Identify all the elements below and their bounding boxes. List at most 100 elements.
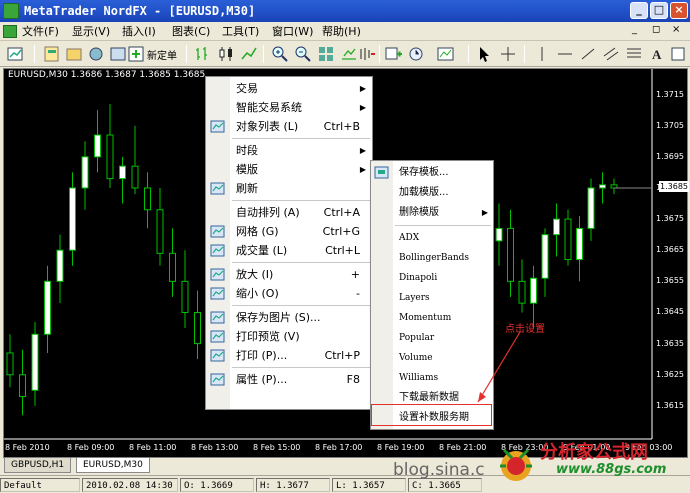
template-submenu-item[interactable]: 删除模版 ▶ — [371, 203, 493, 223]
menu-insert[interactable]: 插入(I) — [122, 22, 156, 41]
vline-icon[interactable] — [532, 44, 552, 64]
toolbar: 新定单 A — [0, 41, 690, 67]
menu-separator — [395, 225, 491, 226]
navigator-icon[interactable] — [86, 44, 106, 64]
left-candle — [106, 134, 114, 180]
profiles-icon[interactable] — [42, 44, 62, 64]
app-icon[interactable] — [3, 3, 19, 19]
menu-window[interactable]: 窗口(W) — [272, 22, 313, 41]
left-candle — [69, 187, 76, 251]
hline-icon[interactable] — [555, 44, 575, 64]
context-menu-item[interactable]: 保存为图片 (S)... — [206, 308, 372, 327]
y-tick-label: 1.3705 — [656, 120, 684, 130]
channel-icon[interactable] — [601, 44, 621, 64]
template-submenu-item[interactable]: 加载模版... — [371, 183, 493, 203]
text-icon[interactable]: A — [647, 44, 667, 64]
autoscroll-icon[interactable] — [339, 44, 359, 64]
left-candle — [169, 252, 176, 282]
chart-window-icon[interactable] — [3, 25, 17, 38]
line-chart-icon[interactable] — [239, 44, 259, 64]
context-menu-item[interactable]: 放大 (I) + — [206, 265, 372, 284]
tile-icon[interactable] — [316, 44, 336, 64]
text-label-icon[interactable] — [668, 44, 688, 64]
context-menu-item[interactable]: 属性 (P)... F8 — [206, 370, 372, 389]
tab-eurusd-m30[interactable]: EURUSD,M30 — [76, 458, 150, 473]
context-menu-item[interactable]: 智能交易系统 ▶ — [206, 98, 372, 117]
new-order-icon[interactable] — [126, 44, 146, 64]
bar-chart-icon[interactable] — [193, 44, 213, 64]
template-submenu-item[interactable]: Layers — [371, 288, 493, 308]
menu-tools[interactable]: 工具(T) — [222, 22, 259, 41]
close-button[interactable]: × — [670, 2, 688, 19]
context-menu-item-label: 模版 — [236, 163, 258, 176]
context-menu-item-label: 对象列表 (L) — [236, 120, 299, 133]
context-menu-item[interactable]: 成交量 (L) Ctrl+L — [206, 241, 372, 260]
crosshair-icon[interactable] — [498, 44, 518, 64]
mdi-minimize-button[interactable]: _ — [632, 24, 637, 35]
mdi-restore-button[interactable]: ◻ — [652, 24, 660, 35]
menu-help[interactable]: 帮助(H) — [322, 22, 361, 41]
submenu-arrow-icon: ▶ — [359, 165, 366, 174]
context-menu-item[interactable]: 时段 ▶ — [206, 141, 372, 160]
toolbar-separator — [524, 45, 525, 63]
volume-icon — [210, 243, 226, 258]
x-tick-label: 8 Feb 09:00 — [67, 443, 115, 452]
context-menu-shortcut: F8 — [346, 373, 360, 386]
left-candle — [194, 311, 201, 345]
menu-file[interactable]: 文件(F) — [22, 22, 59, 41]
trendline-icon[interactable] — [578, 44, 598, 64]
market-watch-icon[interactable] — [64, 44, 84, 64]
object-list-icon — [210, 119, 226, 134]
right-candle — [599, 184, 606, 189]
context-menu-item[interactable]: 打印预览 (V) — [206, 327, 372, 346]
candlestick-icon[interactable] — [216, 44, 236, 64]
right-candle — [564, 218, 572, 261]
cursor-icon[interactable] — [474, 44, 494, 64]
y-tick-label: 1.3715 — [656, 89, 684, 99]
zoom-out-icon[interactable] — [293, 44, 313, 64]
y-tick-label: 1.3635 — [656, 338, 684, 348]
context-menu-item[interactable]: 模版 ▶ — [206, 160, 372, 179]
menu-separator — [232, 262, 370, 263]
watermark-url: www.88gs.com — [556, 462, 667, 477]
menu-charts[interactable]: 图表(C) — [172, 22, 210, 41]
fibo-icon[interactable] — [624, 44, 644, 64]
menu-separator — [232, 305, 370, 306]
context-menu-item[interactable]: 交易 ▶ — [206, 79, 372, 98]
indicators-icon[interactable] — [383, 44, 403, 64]
context-menu-item[interactable]: 自动排列 (A) Ctrl+A — [206, 203, 372, 222]
periods-icon[interactable] — [407, 44, 427, 64]
new-order-label[interactable]: 新定单 — [147, 47, 177, 62]
template-submenu-item[interactable]: 保存模板... — [371, 163, 493, 183]
context-menu-item[interactable]: 网格 (G) Ctrl+G — [206, 222, 372, 241]
template-submenu-item[interactable]: BollingerBands — [371, 248, 493, 268]
terminal-icon[interactable] — [108, 44, 128, 64]
template-submenu-item-label: Popular — [399, 333, 435, 343]
toolbar-separator — [186, 45, 187, 63]
x-tick-label: 8 Feb 21:00 — [439, 443, 487, 452]
context-menu-item-label: 保存为图片 (S)... — [236, 311, 321, 324]
new-chart-icon[interactable] — [6, 44, 26, 64]
status-low: L: 1.3657 — [332, 478, 406, 492]
template-submenu-item[interactable]: ADX — [371, 228, 493, 248]
maximize-button[interactable]: □ — [650, 2, 668, 19]
templates-icon[interactable] — [436, 44, 456, 64]
context-menu-item[interactable]: 对象列表 (L) Ctrl+B — [206, 117, 372, 136]
annotation-text: 点击设置 — [505, 324, 545, 335]
context-menu-item[interactable]: 刷新 — [206, 179, 372, 198]
y-tick-label: 1.3675 — [656, 214, 684, 224]
right-candle — [495, 227, 503, 242]
zoom-in-icon[interactable] — [270, 44, 290, 64]
submenu-arrow-icon: ▶ — [359, 146, 366, 155]
chart-shift-icon[interactable] — [357, 44, 377, 64]
zoom-out-icon — [210, 286, 226, 301]
context-menu-item[interactable]: 缩小 (O) - — [206, 284, 372, 303]
menu-view[interactable]: 显示(V) — [72, 22, 110, 41]
submenu-arrow-icon: ▶ — [481, 208, 488, 217]
tab-gbpusd-h1[interactable]: GBPUSD,H1 — [4, 458, 72, 473]
minimize-button[interactable]: _ — [630, 2, 648, 19]
mdi-close-button[interactable]: × — [672, 24, 680, 35]
template-submenu-item[interactable]: Dinapoli — [371, 268, 493, 288]
context-menu-item[interactable]: 打印 (P)... Ctrl+P — [206, 346, 372, 365]
chart-header: EURUSD,M30 1.3686 1.3687 1.3685 1.3685 — [8, 70, 206, 80]
